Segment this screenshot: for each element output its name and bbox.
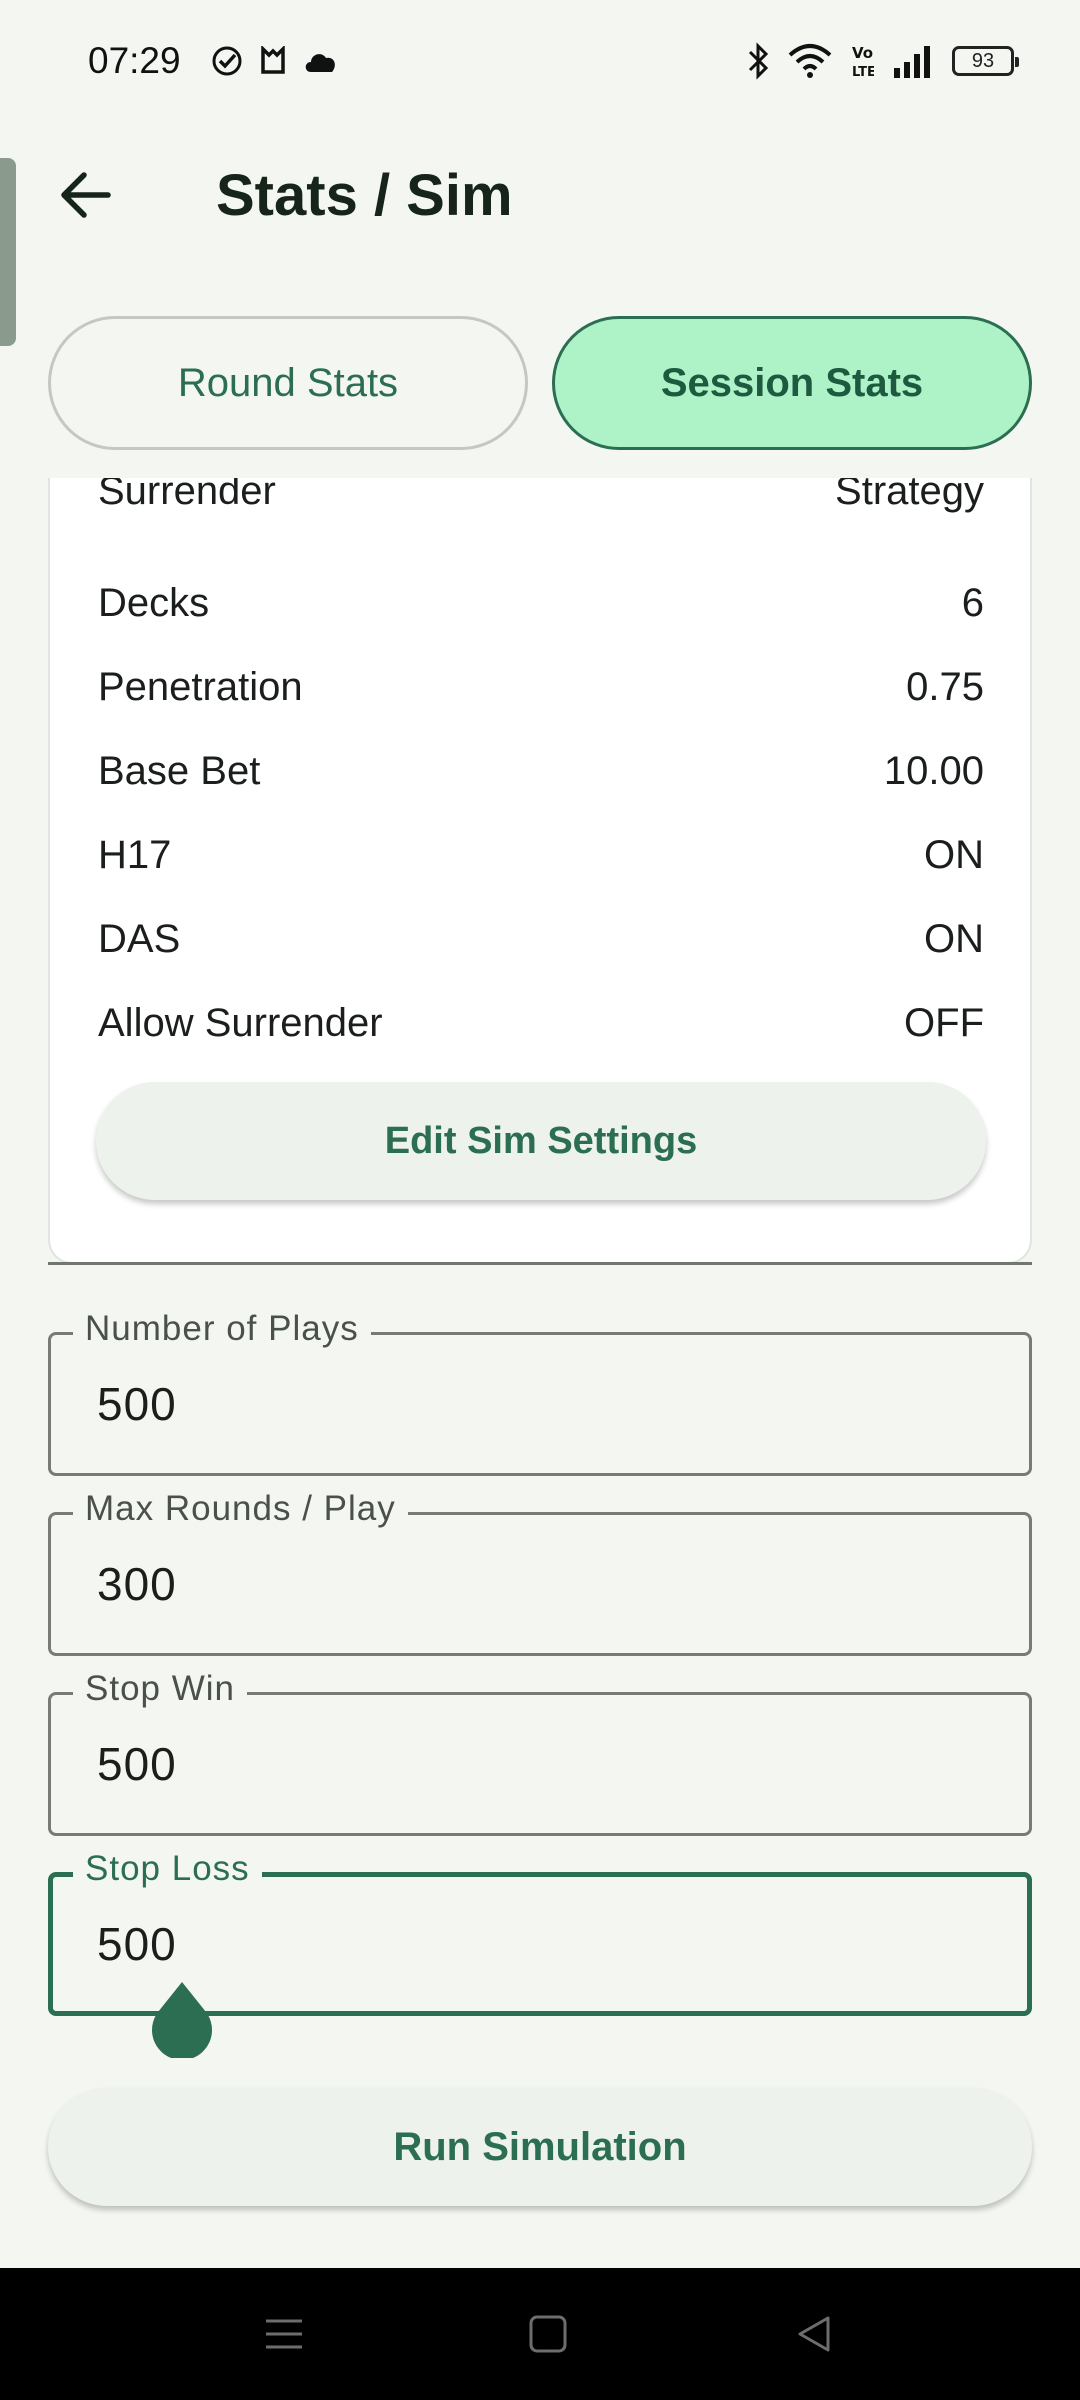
page-title: Stats / Sim [216, 163, 513, 228]
field-value: 500 [97, 1918, 177, 1970]
edit-sim-settings-button[interactable]: Edit Sim Settings [96, 1082, 986, 1200]
settings-value: 0.75 [906, 664, 984, 709]
svg-text:Vo: Vo [852, 44, 873, 62]
stop-win-field[interactable]: Stop Win 500 [48, 1669, 1032, 1836]
arrow-left-icon [61, 172, 111, 218]
settings-label: Penetration [98, 664, 303, 709]
tab-round-stats[interactable]: Round Stats [48, 316, 528, 450]
system-nav-bar [0, 2268, 1080, 2400]
settings-row-das: DAS ON [98, 908, 984, 970]
wifi-icon [788, 44, 832, 78]
stats-tabs: Round Stats Session Stats [48, 316, 1032, 450]
cloud-icon [305, 54, 335, 72]
menu-icon[interactable] [262, 2312, 306, 2356]
settings-value: Strategy [835, 478, 984, 513]
home-square-icon[interactable] [526, 2312, 570, 2356]
run-simulation-button[interactable]: Run Simulation [48, 2088, 1032, 2206]
field-label: Stop Win [73, 1669, 247, 1709]
volte-icon: Vo LTE [852, 44, 874, 80]
settings-label: Base Bet [98, 748, 261, 793]
battery-icon: 93 [952, 46, 1019, 76]
settings-value: OFF [904, 1000, 984, 1045]
settings-row-h17: H17 ON [98, 824, 984, 886]
settings-row-base-bet: Base Bet 10.00 [98, 740, 984, 802]
settings-value: 10.00 [883, 748, 984, 793]
field-value: 500 [97, 1378, 177, 1430]
settings-row-decks: Decks 6 [98, 572, 984, 634]
settings-value: ON [924, 832, 984, 877]
divider [48, 1262, 1032, 1265]
settings-label: Surrender [98, 478, 276, 513]
field-label: Stop Loss [73, 1849, 262, 1889]
field-value: 300 [97, 1558, 177, 1610]
status-bar: 07:29 Vo LTE 93 [0, 0, 1080, 124]
settings-row-surrender: Surrender Strategy [98, 478, 984, 522]
bluetooth-icon [748, 42, 769, 80]
svg-text:LTE: LTE [852, 65, 874, 80]
settings-label: Allow Surrender [98, 1000, 383, 1045]
status-notification-icons [210, 44, 340, 78]
check-circle-icon [212, 46, 242, 76]
back-triangle-icon[interactable] [792, 2312, 836, 2356]
status-system-icons: Vo LTE 93 [746, 42, 1019, 80]
field-label: Max Rounds / Play [73, 1489, 408, 1529]
number-of-plays-field[interactable]: Number of Plays 500 [48, 1309, 1032, 1476]
sim-settings-card: Surrender Strategy Decks 6 Penetration 0… [48, 478, 1032, 1264]
settings-value: 6 [961, 580, 984, 625]
settings-label: Decks [98, 580, 210, 625]
back-button[interactable] [48, 162, 122, 228]
settings-label: H17 [98, 832, 172, 877]
battery-level: 93 [971, 49, 995, 72]
tab-session-stats[interactable]: Session Stats [552, 316, 1032, 450]
app-badge-icon [261, 46, 285, 74]
status-time: 07:29 [88, 40, 181, 81]
settings-row-penetration: Penetration 0.75 [98, 656, 984, 718]
settings-value: ON [924, 916, 984, 961]
field-label: Number of Plays [73, 1309, 371, 1349]
signal-icon [894, 46, 930, 78]
text-cursor-handle[interactable] [150, 1980, 214, 2058]
settings-row-allow-surrender: Allow Surrender OFF [98, 992, 984, 1054]
field-value: 500 [97, 1738, 177, 1790]
settings-label: DAS [98, 916, 181, 961]
app-bar: Stats / Sim [0, 140, 1080, 248]
max-rounds-per-play-field[interactable]: Max Rounds / Play 300 [48, 1489, 1032, 1656]
